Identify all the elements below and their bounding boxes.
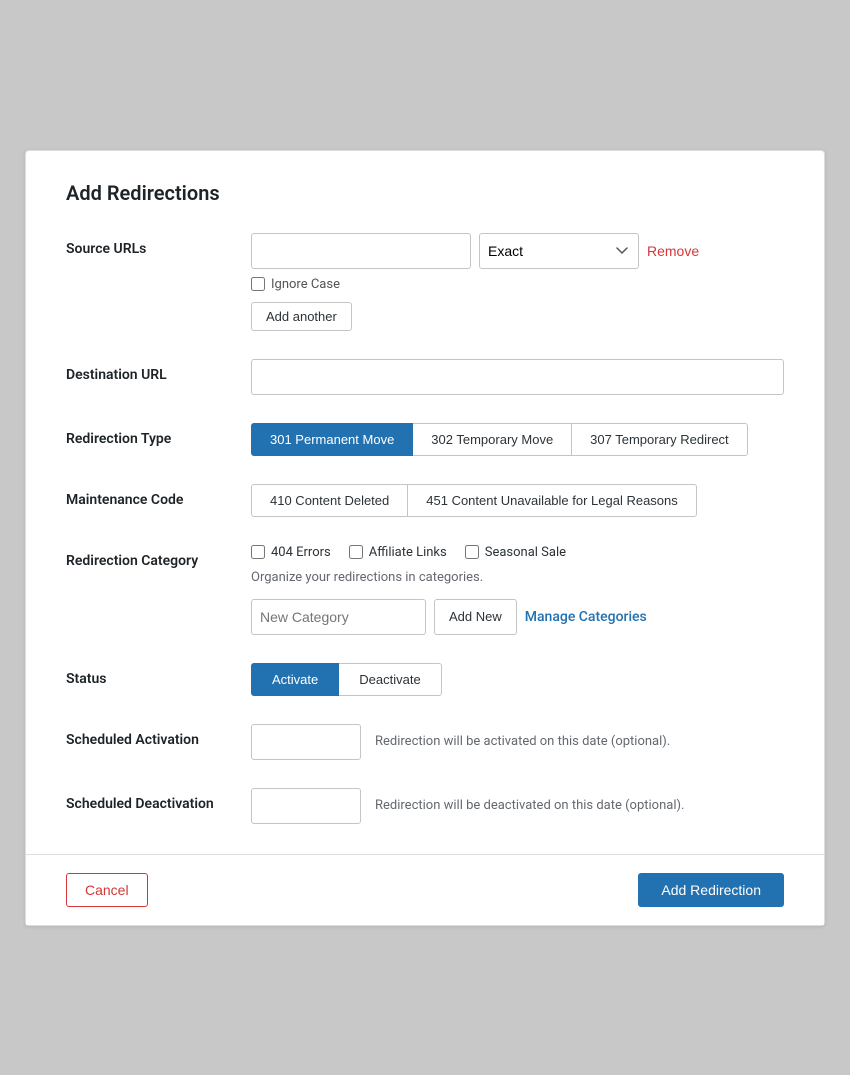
scheduled-deactivation-hint: Redirection will be deactivated on this … — [375, 798, 684, 813]
maintenance-code-label: Maintenance Code — [66, 484, 251, 508]
redirection-category-row: Redirection Category 404 Errors Affiliat… — [66, 545, 784, 635]
add-redirections-dialog: Add Redirections Source URLs Exact Regex… — [25, 150, 825, 926]
deactivate-button[interactable]: Deactivate — [338, 663, 441, 696]
category-404-checkbox[interactable] — [251, 545, 265, 559]
manage-categories-link[interactable]: Manage Categories — [525, 609, 647, 625]
redirection-type-label: Redirection Type — [66, 423, 251, 447]
source-url-input[interactable] — [251, 233, 471, 269]
redirection-type-302-button[interactable]: 302 Temporary Move — [412, 423, 572, 456]
category-404-text: 404 Errors — [271, 545, 331, 560]
destination-url-label: Destination URL — [66, 359, 251, 383]
category-checkboxes-group: 404 Errors Affiliate Links Seasonal Sale — [251, 545, 784, 560]
add-new-category-button[interactable]: Add New — [434, 599, 517, 635]
status-control: Activate Deactivate — [251, 663, 784, 696]
redirection-type-row: Redirection Type 301 Permanent Move 302 … — [66, 423, 784, 456]
scheduled-activation-row: Scheduled Activation Redirection will be… — [66, 724, 784, 760]
redirection-category-label: Redirection Category — [66, 545, 251, 569]
redirection-type-301-button[interactable]: 301 Permanent Move — [251, 423, 413, 456]
redirection-category-control: 404 Errors Affiliate Links Seasonal Sale… — [251, 545, 784, 635]
destination-url-control — [251, 359, 784, 395]
scheduled-deactivation-control: Redirection will be deactivated on this … — [251, 788, 784, 824]
source-urls-label: Source URLs — [66, 233, 251, 257]
scheduled-activation-hint: Redirection will be activated on this da… — [375, 734, 670, 749]
dialog-title: Add Redirections — [66, 181, 784, 205]
redirection-type-307-button[interactable]: 307 Temporary Redirect — [571, 423, 748, 456]
category-seasonal-label[interactable]: Seasonal Sale — [465, 545, 566, 560]
scheduled-deactivation-label: Scheduled Deactivation — [66, 788, 251, 812]
redirection-type-control: 301 Permanent Move 302 Temporary Move 30… — [251, 423, 784, 456]
maintenance-code-control: 410 Content Deleted 451 Content Unavaila… — [251, 484, 784, 517]
maintenance-410-button[interactable]: 410 Content Deleted — [251, 484, 408, 517]
scheduled-activation-label: Scheduled Activation — [66, 724, 251, 748]
cancel-button[interactable]: Cancel — [66, 873, 148, 907]
status-label: Status — [66, 663, 251, 687]
new-category-input[interactable] — [251, 599, 426, 635]
category-affiliate-text: Affiliate Links — [369, 545, 447, 560]
redirection-type-group: 301 Permanent Move 302 Temporary Move 30… — [251, 423, 784, 456]
category-affiliate-label[interactable]: Affiliate Links — [349, 545, 447, 560]
maintenance-451-button[interactable]: 451 Content Unavailable for Legal Reason… — [407, 484, 697, 517]
ignore-case-label[interactable]: Ignore Case — [251, 277, 784, 292]
remove-source-url-button[interactable]: Remove — [647, 243, 699, 259]
source-url-input-row: Exact Regex Contains Remove — [251, 233, 784, 269]
category-seasonal-checkbox[interactable] — [465, 545, 479, 559]
scheduled-activation-input[interactable] — [251, 724, 361, 760]
scheduled-activation-control: Redirection will be activated on this da… — [251, 724, 784, 760]
new-category-row: Add New Manage Categories — [251, 599, 784, 635]
category-affiliate-checkbox[interactable] — [349, 545, 363, 559]
maintenance-code-row: Maintenance Code 410 Content Deleted 451… — [66, 484, 784, 517]
status-button-group: Activate Deactivate — [251, 663, 784, 696]
scheduled-deactivation-row: Scheduled Deactivation Redirection will … — [66, 788, 784, 824]
scheduled-deactivation-input[interactable] — [251, 788, 361, 824]
scheduled-deactivation-input-row: Redirection will be deactivated on this … — [251, 788, 784, 824]
category-404-label[interactable]: 404 Errors — [251, 545, 331, 560]
dialog-footer: Cancel Add Redirection — [26, 854, 824, 925]
scheduled-activation-input-row: Redirection will be activated on this da… — [251, 724, 784, 760]
destination-url-row: Destination URL — [66, 359, 784, 395]
match-type-select[interactable]: Exact Regex Contains — [479, 233, 639, 269]
status-row: Status Activate Deactivate — [66, 663, 784, 696]
categories-hint: Organize your redirections in categories… — [251, 570, 784, 585]
source-urls-control: Exact Regex Contains Remove Ignore Case … — [251, 233, 784, 331]
maintenance-code-group: 410 Content Deleted 451 Content Unavaila… — [251, 484, 784, 517]
destination-url-input[interactable] — [251, 359, 784, 395]
add-redirection-button[interactable]: Add Redirection — [638, 873, 784, 907]
category-seasonal-text: Seasonal Sale — [485, 545, 566, 560]
ignore-case-checkbox[interactable] — [251, 277, 265, 291]
add-another-button[interactable]: Add another — [251, 302, 352, 331]
source-urls-row: Source URLs Exact Regex Contains Remove … — [66, 233, 784, 331]
activate-button[interactable]: Activate — [251, 663, 339, 696]
